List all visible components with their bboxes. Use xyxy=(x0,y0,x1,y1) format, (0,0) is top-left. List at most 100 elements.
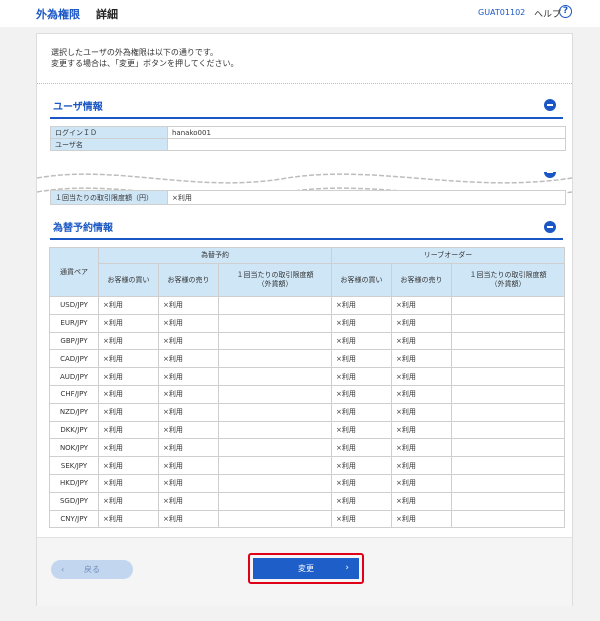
forward-limit-cell xyxy=(218,402,332,422)
forward-sell-cell: ×利用 xyxy=(158,367,219,386)
leave-sell-cell: ×利用 xyxy=(391,331,452,351)
leave-limit-cell xyxy=(451,296,565,315)
collapse-fx-info-icon[interactable] xyxy=(544,221,556,233)
currency-pair-cell: AUD/JPY xyxy=(49,367,99,386)
forward-buy-cell: ×利用 xyxy=(98,384,159,404)
leave-sell-cell: ×利用 xyxy=(391,438,452,458)
fx-info-title: 為替予約情報 xyxy=(53,223,113,234)
intro-line-1: 選択したユーザの外為権限は以下の通りです。 xyxy=(51,48,219,57)
table-row: AUD/JPY ×利用 ×利用 ×利用 ×利用 xyxy=(49,367,565,386)
leave-limit-cell xyxy=(451,402,565,422)
limit-line1: １回当たりの取引限度額 xyxy=(236,271,314,279)
leave-sell-cell: ×利用 xyxy=(391,402,452,422)
currency-pair-cell: DKK/JPY xyxy=(49,420,99,440)
back-button-label: 戻る xyxy=(84,565,100,574)
forward-buy-cell: ×利用 xyxy=(98,456,159,475)
col-buy-1: お客様の買い xyxy=(98,263,159,297)
intro-line-2: 変更する場合は、「変更」ボタンを押してください。 xyxy=(51,59,239,68)
leave-sell-cell: ×利用 xyxy=(391,313,452,333)
leave-limit-cell xyxy=(451,313,565,333)
limit-label: １回当たりの取引限度額（円） xyxy=(50,190,168,205)
forward-limit-cell xyxy=(218,420,332,440)
screen-code: GUAT01102 xyxy=(478,8,526,17)
forward-limit-cell xyxy=(218,367,332,386)
change-button[interactable]: 変更 › xyxy=(253,558,359,579)
forward-buy-cell: ×利用 xyxy=(98,402,159,422)
leave-buy-cell: ×利用 xyxy=(331,367,392,386)
table-row: CHF/JPY ×利用 ×利用 ×利用 ×利用 xyxy=(49,384,565,404)
forward-sell-cell: ×利用 xyxy=(158,313,219,333)
page-subtitle: 詳細 xyxy=(96,8,118,21)
forward-limit-cell xyxy=(218,491,332,511)
forward-buy-cell: ×利用 xyxy=(98,313,159,333)
forward-limit-cell xyxy=(218,349,332,369)
table-header-row: お客様の買い お客様の売り １回当たりの取引限度額 （外貨額） お客様の買い お客… xyxy=(50,263,565,297)
login-id-value: hanako001 xyxy=(167,126,566,139)
divider xyxy=(37,83,572,84)
group-forward: 為替予約 xyxy=(98,247,332,264)
forward-buy-cell: ×利用 xyxy=(98,367,159,386)
help-link[interactable]: ヘルプ xyxy=(534,7,561,20)
table-row: SEK/JPY ×利用 ×利用 ×利用 ×利用 xyxy=(49,456,565,475)
leave-buy-cell: ×利用 xyxy=(331,509,392,529)
col-sell-1: お客様の売り xyxy=(158,263,219,297)
back-button[interactable]: ‹ 戻る xyxy=(51,560,133,579)
forward-sell-cell: ×利用 xyxy=(158,349,219,369)
currency-pair-cell: CAD/JPY xyxy=(49,349,99,369)
table-row: GBP/JPY ×利用 ×利用 ×利用 ×利用 xyxy=(49,331,565,351)
leave-limit-cell xyxy=(451,420,565,440)
currency-pair-cell: SGD/JPY xyxy=(49,491,99,511)
forward-buy-cell: ×利用 xyxy=(98,491,159,511)
table-row: CNY/JPY ×利用 ×利用 ×利用 ×利用 xyxy=(49,509,565,529)
user-info-table: ログインＩＤ hanako001 ユーザ名 xyxy=(50,126,566,151)
button-area: ‹ 戻る 変更 › xyxy=(37,537,572,606)
col-currency-pair: 通貨ペア xyxy=(49,247,99,297)
leave-sell-cell: ×利用 xyxy=(391,384,452,404)
leave-buy-cell: ×利用 xyxy=(331,384,392,404)
forward-limit-cell xyxy=(218,473,332,493)
table-row: EUR/JPY ×利用 ×利用 ×利用 ×利用 xyxy=(49,313,565,333)
limit-line2: （外貨額） xyxy=(490,280,526,288)
help-icon[interactable]: ? xyxy=(559,5,572,18)
forward-buy-cell: ×利用 xyxy=(98,349,159,369)
forward-sell-cell: ×利用 xyxy=(158,456,219,475)
forward-limit-cell xyxy=(218,384,332,404)
forward-buy-cell: ×利用 xyxy=(98,473,159,493)
login-id-label: ログインＩＤ xyxy=(50,126,168,139)
leave-sell-cell: ×利用 xyxy=(391,491,452,511)
leave-sell-cell: ×利用 xyxy=(391,456,452,475)
leave-limit-cell xyxy=(451,384,565,404)
leave-buy-cell: ×利用 xyxy=(331,438,392,458)
chevron-left-icon: ‹ xyxy=(61,565,65,574)
currency-pair-cell: NOK/JPY xyxy=(49,438,99,458)
table-row: USD/JPY ×利用 ×利用 ×利用 ×利用 xyxy=(49,296,565,315)
currency-pair-cell: HKD/JPY xyxy=(49,473,99,493)
forward-buy-cell: ×利用 xyxy=(98,509,159,529)
limit-table: １回当たりの取引限度額（円） ×利用 xyxy=(50,190,566,205)
leave-limit-cell xyxy=(451,367,565,386)
change-button-highlight: 変更 › xyxy=(248,553,364,584)
leave-limit-cell xyxy=(451,509,565,529)
leave-limit-cell xyxy=(451,456,565,475)
main-panel: 選択したユーザの外為権限は以下の通りです。 変更する場合は、「変更」ボタンを押し… xyxy=(36,33,573,606)
forward-sell-cell: ×利用 xyxy=(158,473,219,493)
leave-sell-cell: ×利用 xyxy=(391,420,452,440)
currency-pair-cell: CHF/JPY xyxy=(49,384,99,404)
forward-sell-cell: ×利用 xyxy=(158,491,219,511)
forward-limit-cell xyxy=(218,509,332,529)
forward-sell-cell: ×利用 xyxy=(158,509,219,529)
fx-table: 通貨ペア 為替予約 リーブオーダー お客様の買い お客様の売り １回当たりの取引… xyxy=(49,247,565,529)
forward-sell-cell: ×利用 xyxy=(158,296,219,315)
table-row: １回当たりの取引限度額（円） ×利用 xyxy=(50,190,566,205)
table-row: SGD/JPY ×利用 ×利用 ×利用 ×利用 xyxy=(49,491,565,511)
leave-sell-cell: ×利用 xyxy=(391,349,452,369)
leave-sell-cell: ×利用 xyxy=(391,296,452,315)
collapse-user-info-icon[interactable] xyxy=(544,99,556,111)
col-sell-2: お客様の売り xyxy=(391,263,452,297)
page-title: 外為権限 xyxy=(36,8,80,21)
table-row: NOK/JPY ×利用 ×利用 ×利用 ×利用 xyxy=(49,438,565,458)
change-button-label: 変更 xyxy=(298,564,314,573)
col-limit-1: １回当たりの取引限度額 （外貨額） xyxy=(218,263,332,297)
forward-sell-cell: ×利用 xyxy=(158,384,219,404)
leave-buy-cell: ×利用 xyxy=(331,349,392,369)
